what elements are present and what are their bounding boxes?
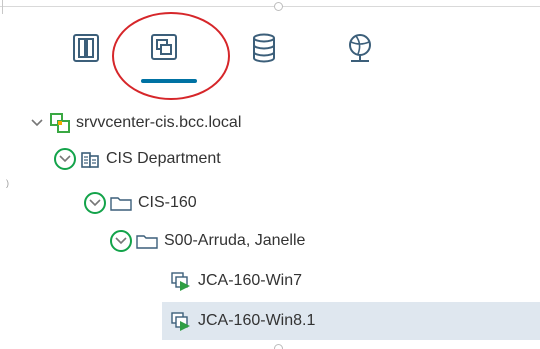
split-handle[interactable] (274, 2, 283, 11)
tree-node-folder-cis-160[interactable]: CIS-160 (0, 184, 540, 222)
green-annotation-circle (84, 192, 106, 214)
vm-label: JCA-160-Win8.1 (198, 312, 316, 329)
datacenter-icon (80, 150, 100, 168)
tab-storage[interactable] (236, 32, 292, 88)
tree-node-vm-win81[interactable]: JCA-160-Win8.1 (162, 302, 540, 340)
vcenter-label: srvvcenter-cis.bcc.local (76, 114, 242, 131)
vcenter-icon (50, 113, 70, 133)
folder-icon (110, 195, 132, 211)
green-annotation-circle (54, 148, 76, 170)
chevron-down-icon[interactable] (30, 116, 44, 130)
chevron-down-icon[interactable] (84, 192, 106, 214)
networking-icon (344, 32, 376, 66)
chevron-down-icon[interactable] (54, 148, 76, 170)
tree-node-folder-s00-arruda[interactable]: S00-Arruda, Janelle (0, 222, 540, 260)
folder-label: CIS-160 (138, 194, 197, 211)
tree-node-vcenter[interactable]: srvvcenter-cis.bcc.local (0, 104, 540, 142)
inventory-tree: srvvcenter-cis.bcc.local CIS Department … (0, 100, 540, 349)
folder-label: S00-Arruda, Janelle (164, 232, 306, 249)
vm-icon (170, 311, 192, 331)
tree-node-datacenter[interactable]: CIS Department (0, 140, 540, 178)
split-divider[interactable] (0, 6, 540, 7)
green-annotation-circle (110, 230, 132, 252)
chevron-down-icon[interactable] (110, 230, 132, 252)
datacenter-label: CIS Department (106, 150, 221, 167)
folder-icon (136, 233, 158, 249)
vm-label: JCA-160-Win7 (198, 272, 303, 289)
tree-node-vm-win7[interactable]: JCA-160-Win7 (0, 262, 540, 300)
storage-icon (249, 32, 279, 64)
split-handle-bottom[interactable] (274, 344, 283, 349)
tab-networking[interactable] (332, 32, 388, 88)
hosts-clusters-icon (70, 32, 102, 64)
tab-hosts-and-clusters[interactable] (58, 32, 114, 88)
vm-icon (170, 271, 192, 291)
vsphere-navigator: ) srvvcenter-cis.bcc.local CIS Departmen… (0, 0, 540, 349)
red-annotation-circle (112, 12, 230, 100)
left-edge-mark (2, 0, 3, 14)
